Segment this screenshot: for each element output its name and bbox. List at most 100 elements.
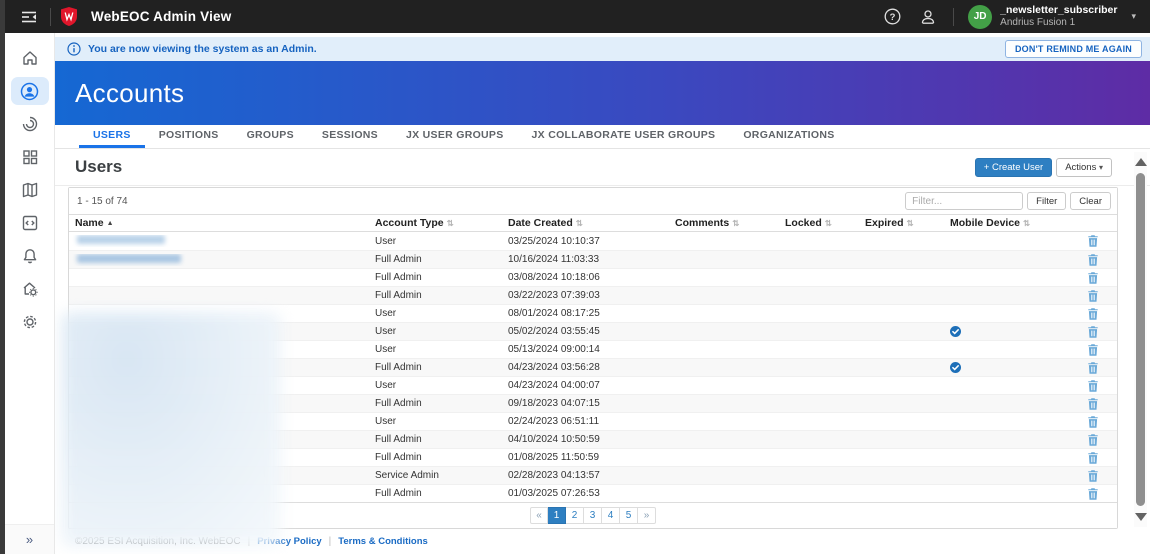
- filter-input[interactable]: [905, 192, 1023, 210]
- pagination-prev-button[interactable]: «: [530, 507, 548, 524]
- tab-jx-user-groups[interactable]: JX USER GROUPS: [392, 125, 518, 148]
- section-title: Users: [75, 157, 122, 177]
- privacy-policy-link[interactable]: Privacy Policy: [257, 536, 321, 547]
- redacted-name-blur: [77, 254, 181, 263]
- collapse-menu-button[interactable]: [18, 6, 40, 28]
- delete-user-button[interactable]: [1088, 290, 1098, 302]
- filter-button[interactable]: Filter: [1027, 192, 1066, 210]
- delete-user-button[interactable]: [1088, 434, 1098, 446]
- delete-user-button[interactable]: [1088, 362, 1098, 374]
- copyright-text: ©2025 ESI Acquisition, Inc. WebEOC: [75, 536, 241, 547]
- column-header-name[interactable]: Name▲: [69, 217, 369, 229]
- sort-icon: ⇅: [732, 218, 739, 229]
- tab-organizations[interactable]: ORGANIZATIONS: [729, 125, 848, 148]
- table-row[interactable]: Full Admin03/22/2023 07:39:03: [69, 286, 1117, 304]
- delete-user-button[interactable]: [1088, 344, 1098, 356]
- delete-user-button[interactable]: [1088, 380, 1098, 392]
- table-row[interactable]: Full Admin09/18/2023 04:07:15: [69, 394, 1117, 412]
- clear-button[interactable]: Clear: [1070, 192, 1111, 210]
- sidebar-item-boards[interactable]: [11, 143, 49, 171]
- cell-date-created: 05/13/2024 09:00:14: [502, 344, 669, 355]
- tab-bar: USERSPOSITIONSGROUPSSESSIONSJX USER GROU…: [55, 125, 1150, 149]
- sidebar-item-maps[interactable]: [11, 176, 49, 204]
- expand-sidebar-button[interactable]: »: [5, 524, 54, 554]
- sidebar-item-plugins[interactable]: [11, 209, 49, 237]
- scroll-down-icon[interactable]: [1135, 513, 1147, 521]
- pagination-page-3[interactable]: 3: [584, 507, 602, 524]
- table-row[interactable]: User08/01/2024 08:17:25: [69, 304, 1117, 322]
- table-row[interactable]: User03/25/2024 10:10:37: [69, 232, 1117, 250]
- cell-actions: [1079, 488, 1106, 500]
- tab-positions[interactable]: POSITIONS: [145, 125, 233, 148]
- tab-jx-collaborate-user-groups[interactable]: JX COLLABORATE USER GROUPS: [518, 125, 730, 148]
- pagination-page-5[interactable]: 5: [620, 507, 638, 524]
- delete-user-button[interactable]: [1088, 470, 1098, 482]
- table-row[interactable]: Full Admin01/03/2025 07:26:53: [69, 484, 1117, 502]
- cell-actions: [1079, 254, 1106, 266]
- cell-date-created: 02/28/2023 04:13:57: [502, 470, 669, 481]
- account-circle-icon: [20, 82, 39, 101]
- column-header-account-type[interactable]: Account Type⇅: [369, 217, 502, 229]
- user-menu[interactable]: JD _newsletter_subscriber Andrius Fusion…: [968, 4, 1136, 30]
- sidebar-item-accounts[interactable]: [11, 77, 49, 105]
- profile-button[interactable]: [917, 6, 939, 28]
- table-row[interactable]: User05/02/2024 03:55:45: [69, 322, 1117, 340]
- delete-user-button[interactable]: [1088, 452, 1098, 464]
- column-header-date-created[interactable]: Date Created⇅: [502, 217, 669, 229]
- table-row[interactable]: User02/24/2023 06:51:11: [69, 412, 1117, 430]
- pagination-page-4[interactable]: 4: [602, 507, 620, 524]
- table-row[interactable]: Full Admin10/16/2024 11:03:33: [69, 250, 1117, 268]
- tab-users[interactable]: USERS: [79, 125, 145, 148]
- column-header-comments[interactable]: Comments⇅: [669, 217, 779, 229]
- sidebar-item-home[interactable]: [11, 44, 49, 72]
- cell-actions: [1079, 344, 1106, 356]
- create-user-button[interactable]: + Create User: [975, 158, 1052, 177]
- help-button[interactable]: ?: [881, 6, 903, 28]
- topbar-divider: [953, 8, 954, 26]
- sort-icon: ⇅: [907, 218, 914, 229]
- table-row[interactable]: Service Admin02/28/2023 04:13:57: [69, 466, 1117, 484]
- pagination-page-1[interactable]: 1: [548, 507, 566, 524]
- sort-icon: ⇅: [576, 218, 583, 229]
- delete-user-button[interactable]: [1088, 326, 1098, 338]
- scroll-up-icon[interactable]: [1135, 158, 1147, 166]
- column-label: Date Created: [508, 217, 573, 229]
- column-header-expired[interactable]: Expired⇅: [859, 217, 944, 229]
- tab-sessions[interactable]: SESSIONS: [308, 125, 392, 148]
- cell-account-type: Full Admin: [369, 434, 502, 445]
- tab-groups[interactable]: GROUPS: [233, 125, 308, 148]
- dont-remind-button[interactable]: DON'T REMIND ME AGAIN: [1005, 40, 1142, 58]
- delete-user-button[interactable]: [1088, 398, 1098, 410]
- cell-date-created: 03/22/2023 07:39:03: [502, 290, 669, 301]
- sidebar-item-notifications[interactable]: [11, 242, 49, 270]
- house-gear-icon: [21, 280, 39, 298]
- table-row[interactable]: User05/13/2024 09:00:14: [69, 340, 1117, 358]
- terms-conditions-link[interactable]: Terms & Conditions: [338, 536, 428, 547]
- vertical-scrollbar[interactable]: [1134, 152, 1147, 527]
- table-row[interactable]: Full Admin04/10/2024 10:50:59: [69, 430, 1117, 448]
- pagination-page-2[interactable]: 2: [566, 507, 584, 524]
- cell-account-type: Full Admin: [369, 254, 502, 265]
- table-row[interactable]: Full Admin03/08/2024 10:18:06: [69, 268, 1117, 286]
- delete-user-button[interactable]: [1088, 308, 1098, 320]
- scrollbar-thumb[interactable]: [1136, 173, 1145, 506]
- column-header-mobile-device[interactable]: Mobile Device⇅: [944, 217, 1079, 229]
- sidebar-item-incidents[interactable]: [11, 110, 49, 138]
- table-row[interactable]: User04/23/2024 04:00:07: [69, 376, 1117, 394]
- table-row[interactable]: Full Admin04/23/2024 03:56:28: [69, 358, 1117, 376]
- window-edge: [0, 0, 5, 554]
- column-header-locked[interactable]: Locked⇅: [779, 217, 859, 229]
- delete-user-button[interactable]: [1088, 235, 1098, 247]
- cell-account-type: User: [369, 236, 502, 247]
- actions-dropdown-button[interactable]: Actions ▾: [1056, 158, 1112, 177]
- delete-user-button[interactable]: [1088, 488, 1098, 500]
- delete-user-button[interactable]: [1088, 254, 1098, 266]
- sidebar-item-agency[interactable]: [11, 275, 49, 303]
- cell-mobile-device: [944, 362, 1079, 373]
- delete-user-button[interactable]: [1088, 416, 1098, 428]
- pagination-next-button[interactable]: »: [638, 507, 656, 524]
- delete-user-button[interactable]: [1088, 272, 1098, 284]
- table-row[interactable]: Full Admin01/08/2025 11:50:59: [69, 448, 1117, 466]
- sidebar-item-settings[interactable]: [11, 308, 49, 336]
- trash-icon: [1088, 470, 1098, 482]
